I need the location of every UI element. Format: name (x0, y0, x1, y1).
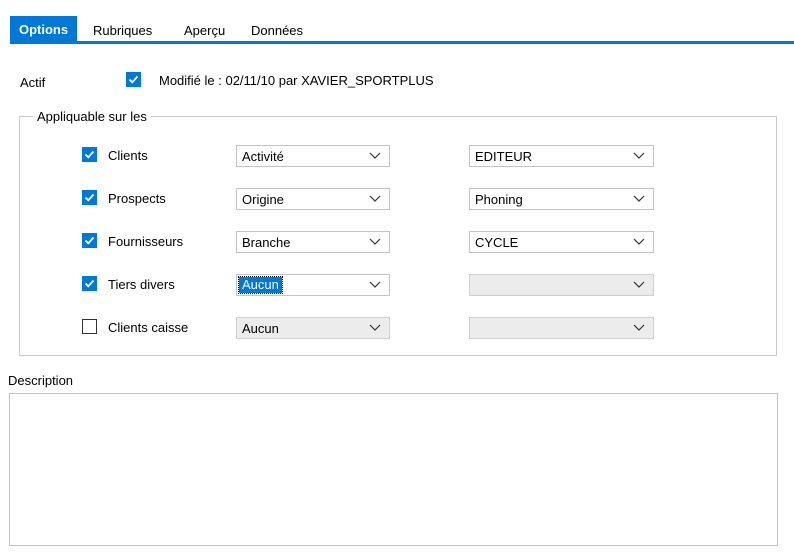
actif-checkbox[interactable] (126, 72, 141, 87)
tab-bar: Options Rubriques Aperçu Données (0, 0, 794, 45)
checkmark-icon (84, 279, 95, 288)
tiers-divers-label: Tiers divers (108, 277, 175, 292)
chevron-down-icon (369, 195, 381, 202)
fournisseurs-label: Fournisseurs (108, 234, 184, 249)
tab-apercu[interactable]: Aperçu (184, 17, 225, 44)
checkmark-icon (84, 193, 95, 202)
combo-value: EDITEUR (475, 149, 533, 164)
fournisseurs-combo1[interactable]: Branche (236, 231, 390, 253)
tab-rubriques[interactable]: Rubriques (93, 17, 152, 44)
clients-checkbox[interactable] (82, 147, 97, 162)
clients-combo1[interactable]: Activité (236, 145, 390, 167)
tiers-divers-checkbox[interactable] (82, 276, 97, 291)
checkmark-icon (84, 150, 95, 159)
actif-label: Actif (20, 75, 46, 90)
chevron-down-icon (633, 324, 645, 331)
checkmark-icon (128, 75, 139, 84)
checkmark-icon (84, 236, 95, 245)
tab-options[interactable]: Options (10, 16, 78, 44)
applicable-legend: Appliquable sur les (33, 109, 151, 124)
chevron-down-icon (633, 281, 645, 288)
chevron-down-icon (633, 152, 645, 159)
combo-value: Origine (242, 192, 284, 207)
tab-donnees[interactable]: Données (251, 17, 303, 44)
clients-caisse-label: Clients caisse (108, 320, 189, 335)
prospects-combo2[interactable]: Phoning (469, 188, 654, 210)
chevron-down-icon (369, 238, 381, 245)
chevron-down-icon (633, 195, 645, 202)
combo-value: CYCLE (475, 235, 519, 250)
chevron-down-icon (369, 152, 381, 159)
prospects-checkbox[interactable] (82, 190, 97, 205)
combo-value: Activité (242, 149, 284, 164)
combo-value: Branche (242, 235, 291, 250)
chevron-down-icon (369, 324, 381, 331)
description-label: Description (8, 373, 74, 388)
combo-value: Phoning (475, 192, 523, 207)
chevron-down-icon (369, 281, 381, 288)
prospects-label: Prospects (108, 191, 166, 206)
combo-value: Aucun (242, 321, 279, 336)
tiers-divers-combo1[interactable]: Aucun (236, 274, 390, 296)
clients-combo2[interactable]: EDITEUR (469, 145, 654, 167)
clients-caisse-combo1[interactable]: Aucun (236, 317, 390, 339)
clients-caisse-checkbox[interactable] (82, 319, 97, 334)
description-textarea[interactable] (9, 393, 778, 546)
chevron-down-icon (633, 238, 645, 245)
tiers-divers-combo2[interactable] (469, 274, 654, 296)
fournisseurs-checkbox[interactable] (82, 233, 97, 248)
fournisseurs-combo2[interactable]: CYCLE (469, 231, 654, 253)
modified-info: Modifié le : 02/11/10 par XAVIER_SPORTPL… (159, 73, 434, 88)
clients-label: Clients (108, 148, 148, 163)
clients-caisse-combo2[interactable] (469, 317, 654, 339)
prospects-combo1[interactable]: Origine (236, 188, 390, 210)
combo-value: Aucun (238, 276, 283, 294)
